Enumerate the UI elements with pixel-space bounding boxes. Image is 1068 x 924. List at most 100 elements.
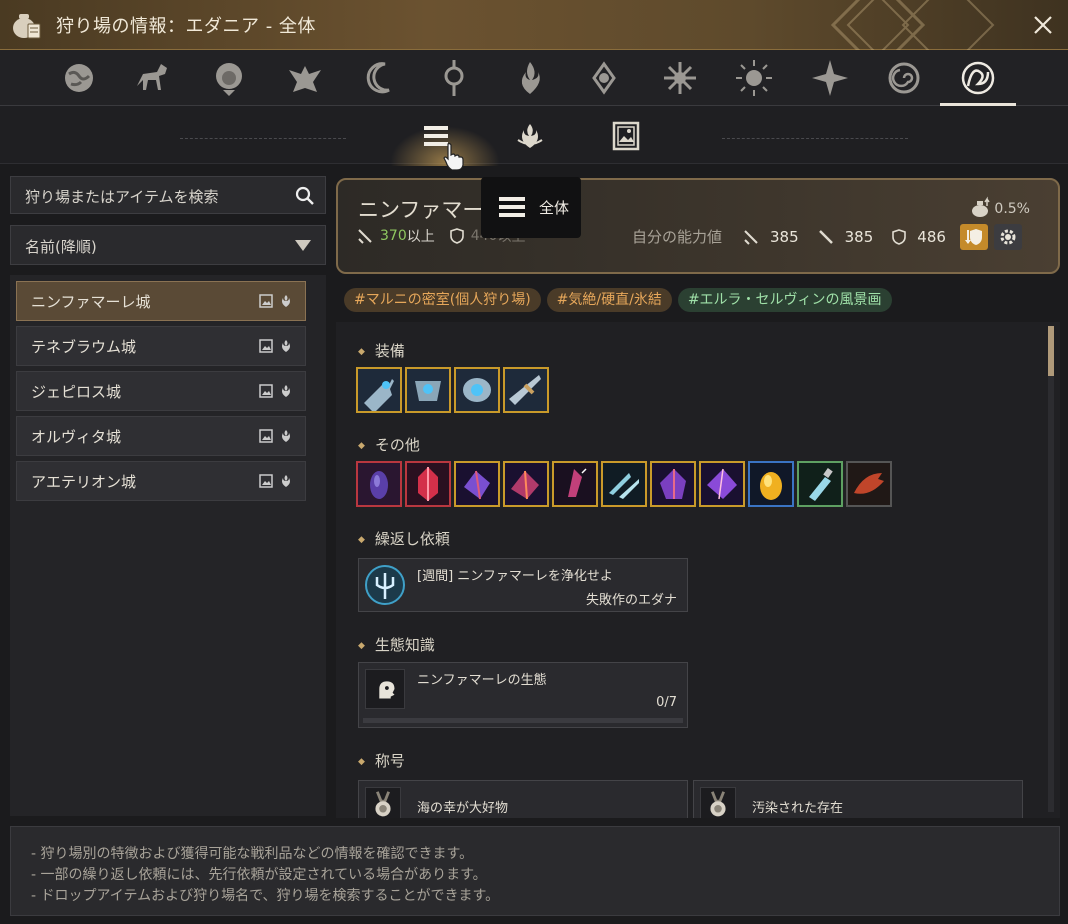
tab-eagle[interactable]	[283, 56, 327, 100]
section-other-title: その他	[358, 434, 420, 455]
material-item[interactable]	[650, 461, 696, 507]
search-input[interactable]: 狩り場またはアイテムを検索	[10, 176, 326, 214]
tab-spiral[interactable]	[882, 56, 926, 100]
material-item[interactable]	[356, 461, 402, 507]
crystal-icon	[701, 463, 743, 505]
zone-item[interactable]: テネブラウム城	[16, 326, 306, 366]
quest-npc: 失敗作のエダナ	[585, 593, 677, 608]
subtab-boss[interactable]	[514, 120, 546, 152]
material-item[interactable]	[454, 461, 500, 507]
list-icon	[499, 197, 525, 217]
subtab-tooltip: 全体	[481, 177, 581, 238]
material-item[interactable]	[601, 461, 647, 507]
title-card[interactable]: 汚染された存在	[693, 780, 1023, 818]
equipment-item[interactable]	[405, 367, 451, 413]
material-item[interactable]	[748, 461, 794, 507]
spiral-icon	[888, 62, 920, 94]
divider-right	[722, 138, 908, 139]
material-item[interactable]	[503, 461, 549, 507]
repeat-quest-card[interactable]: [週間] ニンファマーレを浄化せよ 失敗作のエダナ	[358, 558, 688, 612]
detail-content: 装備 その他 繰返し依頼 [週間] ニンファマーレを浄化せよ 失敗作のエダナ	[336, 322, 1060, 818]
tag-chip[interactable]: #マルニの密室(個人狩り場)	[344, 288, 541, 312]
zone-item[interactable]: ニンファマーレ城	[16, 281, 306, 321]
scrollbar-thumb[interactable]	[1048, 326, 1054, 376]
equipment-item[interactable]	[454, 367, 500, 413]
help-text: - 一部の繰り返し依頼には、先行依頼が設定されている場合があります。	[31, 867, 487, 883]
zone-name: テネブラウム城	[31, 338, 137, 356]
picture-frame-icon	[259, 294, 273, 308]
zone-name: ニンファマーレ城	[31, 293, 151, 311]
tag-chip[interactable]: #エルラ・セルヴィンの風景画	[677, 288, 892, 312]
close-button[interactable]	[1028, 10, 1058, 40]
tab-horse[interactable]	[131, 56, 175, 100]
lotus-icon	[592, 61, 616, 95]
tab-compass-star[interactable]	[808, 56, 852, 100]
gear-item-icon	[505, 369, 547, 411]
ecology-title: ニンファマーレの生態	[417, 673, 547, 688]
zone-banner: ニンファマーレ 370以上 440以上 自分の能力値 385 385 486 0…	[336, 178, 1060, 274]
my-stats: 385 385 486	[742, 224, 1022, 250]
ap-value: 385	[770, 228, 799, 246]
category-tab-bar	[0, 106, 1068, 170]
gear-item-icon	[407, 369, 449, 411]
equipment-item[interactable]	[503, 367, 549, 413]
red-crystal-icon	[407, 463, 449, 505]
zone-list: ニンファマーレ城 テネブラウム城 ジェピロス城 オルヴィタ城 アエテリオン城	[10, 275, 326, 816]
my-stats-label: 自分の能力値	[632, 228, 723, 246]
material-item[interactable]	[846, 461, 892, 507]
shard-icon	[554, 463, 596, 505]
window-title: 狩り場の情報：エダニア - 全体	[56, 16, 316, 37]
equipment-item[interactable]	[356, 367, 402, 413]
material-item[interactable]	[405, 461, 451, 507]
picture-frame-icon	[259, 474, 273, 488]
potion-icon	[799, 463, 841, 505]
title-label: 海の幸が大好物	[417, 801, 509, 816]
section-titles-title: 称号	[358, 750, 405, 771]
ecology-card[interactable]: ニンファマーレの生態 0/7	[358, 662, 688, 728]
sort-dropdown[interactable]: 名前(降順)	[10, 225, 326, 265]
ap-requirement: 370	[380, 228, 407, 244]
tab-edania[interactable]	[940, 56, 1016, 106]
ecology-count: 0/7	[656, 695, 677, 710]
material-item[interactable]	[552, 461, 598, 507]
tab-moon[interactable]	[357, 56, 401, 100]
tab-flame[interactable]	[508, 56, 552, 100]
tab-sun[interactable]	[732, 56, 776, 100]
search-icon[interactable]	[295, 186, 315, 206]
ecology-progress-bar	[363, 718, 683, 723]
tab-star-burst[interactable]	[658, 56, 702, 100]
tab-lotus[interactable]	[582, 56, 626, 100]
trident-quest-icon	[365, 565, 405, 605]
zone-name: ジェピロス城	[31, 383, 122, 401]
crown-flame-icon	[517, 124, 543, 148]
subtab-gallery[interactable]	[610, 120, 642, 152]
zone-name: オルヴィタ城	[31, 428, 122, 446]
tab-orb[interactable]	[432, 56, 476, 100]
crown-flame-icon	[279, 384, 293, 398]
picture-frame-icon	[612, 121, 640, 151]
material-item[interactable]	[699, 461, 745, 507]
title-card[interactable]: 海の幸が大好物	[358, 780, 688, 818]
tab-lion[interactable]	[207, 56, 251, 100]
crystal-icon	[505, 463, 547, 505]
quest-title: [週間] ニンファマーレを浄化せよ	[417, 569, 613, 584]
zone-title-text: ニンファマー	[358, 198, 484, 222]
scrollbar[interactable]	[1048, 326, 1054, 812]
stat-toggle-button[interactable]	[959, 224, 988, 250]
settings-button[interactable]	[993, 224, 1022, 250]
tag-chip[interactable]: #気絶/硬直/氷結	[546, 288, 672, 312]
zone-item[interactable]: オルヴィタ城	[16, 416, 306, 456]
awakening-ap-value: 385	[844, 228, 874, 246]
ap-requirement-suffix: 以上	[406, 229, 435, 245]
zone-item[interactable]: ジェピロス城	[16, 371, 306, 411]
awakening-sword-icon	[818, 230, 833, 244]
sword-icon	[358, 229, 372, 244]
zone-item[interactable]: アエテリオン城	[16, 461, 306, 501]
material-item[interactable]	[797, 461, 843, 507]
search-placeholder: 狩り場またはアイテムを検索	[25, 188, 219, 206]
picture-frame-icon	[259, 339, 273, 353]
tab-globe[interactable]	[57, 56, 101, 100]
sword-icon	[744, 230, 758, 245]
chevron-down-icon	[295, 240, 311, 251]
moon-icon	[366, 62, 390, 94]
